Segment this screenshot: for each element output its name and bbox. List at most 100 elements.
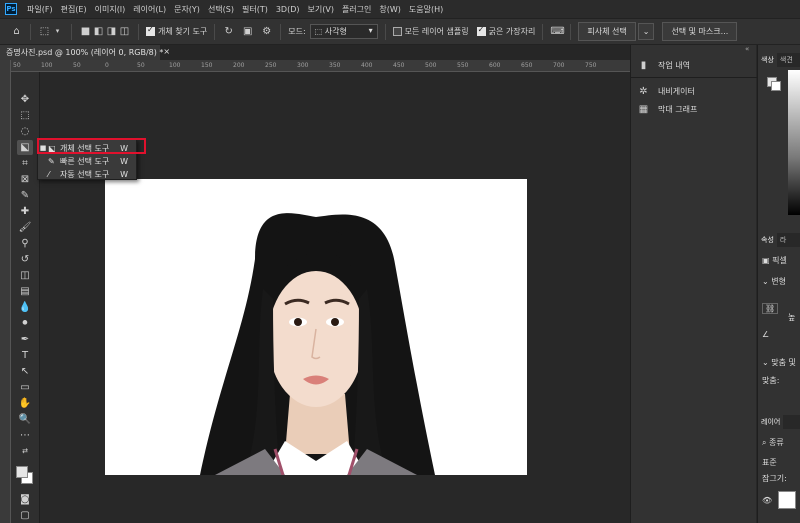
type-tool-icon[interactable]: T [17, 348, 33, 363]
history-brush-tool-icon[interactable]: ↺ [17, 252, 33, 267]
collapse-panels-icon[interactable]: « [745, 45, 749, 53]
pen-tool-icon[interactable]: ✒ [17, 332, 33, 347]
refresh-icon[interactable]: ↻ [222, 25, 235, 38]
swap-colors-icon[interactable]: ⇄ [17, 444, 33, 459]
ruler-tick: 150 [201, 62, 213, 69]
ruler-tick: 0 [105, 62, 109, 69]
more-tools-icon[interactable]: ⋯ [17, 428, 33, 443]
zoom-tool-icon[interactable]: 🔍 [17, 412, 33, 427]
menu-help[interactable]: 도움말(H) [405, 4, 447, 15]
id-photo-image[interactable] [105, 179, 527, 475]
tool-preset-icon[interactable]: ⬚ [38, 25, 51, 38]
screen-mode-icon[interactable]: ▢ [17, 508, 33, 523]
transform-section[interactable]: ⌄ 변형 [762, 276, 786, 287]
lasso-tool-icon[interactable]: ◌ [17, 124, 33, 139]
object-finder-checkbox[interactable] [146, 25, 155, 36]
flyout-item-magic-wand[interactable]: ⁄ 자동 선택 도구 W [38, 168, 136, 180]
navigator-icon: ✲ [639, 86, 648, 97]
menu-filter[interactable]: 필터(T) [238, 4, 272, 15]
menu-file[interactable]: 파일(F) [23, 4, 57, 15]
color-field[interactable] [788, 70, 800, 215]
visibility-eye-icon[interactable]: 👁 [762, 496, 772, 505]
menu-edit[interactable]: 편집(E) [57, 4, 91, 15]
menu-layer[interactable]: 레이어(L) [129, 4, 170, 15]
tab-libraries[interactable]: 라 [777, 233, 789, 247]
hand-tool-icon[interactable]: ✋ [17, 396, 33, 411]
blur-tool-icon[interactable]: 💧 [17, 300, 33, 315]
foreground-color-swatch[interactable] [16, 466, 28, 478]
select-and-mask-button[interactable]: 선택 및 마스크... [662, 22, 738, 41]
frame-tool-icon[interactable]: ⊠ [17, 172, 33, 187]
intersect-selection-icon[interactable]: ◫ [118, 25, 131, 38]
layer-thumbnail[interactable] [778, 491, 796, 509]
dodge-tool-icon[interactable]: ⚫ [17, 316, 33, 331]
tab-layers[interactable]: 레이어 [758, 415, 784, 429]
healing-brush-tool-icon[interactable]: ✚ [17, 204, 33, 219]
menu-select[interactable]: 선택(S) [204, 4, 238, 15]
path-selection-tool-icon[interactable]: ↖ [17, 364, 33, 379]
object-finder-label: 개체 찾기 도구 [158, 27, 208, 36]
panel-navigator[interactable]: ✲ 내비게이터 [637, 85, 695, 98]
layer-filter[interactable]: ⌕ 종류 [762, 437, 784, 448]
flyout-item-label: 빠른 선택 도구 [60, 156, 110, 166]
gradient-tool-icon[interactable]: ▤ [17, 284, 33, 299]
enhance-edge-icon[interactable]: ⌨ [550, 25, 564, 38]
crop-tool-icon[interactable]: ⌗ [17, 156, 33, 171]
sample-all-layers-checkbox[interactable] [392, 27, 402, 36]
home-icon[interactable]: ⌂ [10, 25, 23, 38]
move-tool-icon[interactable]: ✥ [17, 92, 33, 107]
select-subject-button[interactable]: 피사체 선택 [578, 22, 636, 41]
history-icon: ▮ [640, 60, 647, 71]
menu-3d[interactable]: 3D(D) [272, 5, 304, 14]
eyedropper-tool-icon[interactable]: ✎ [17, 188, 33, 203]
menu-bar: Ps 파일(F) 편집(E) 이미지(I) 레이어(L) 문자(Y) 선택(S)… [0, 0, 800, 18]
ruler-tick: 200 [233, 62, 245, 69]
mode-value: 사각형 [324, 27, 347, 36]
blend-mode-dropdown[interactable]: 표준 [762, 457, 777, 468]
bg-color-preview[interactable] [771, 81, 781, 91]
gear-icon[interactable]: ⚙ [260, 25, 273, 38]
mode-dropdown[interactable]: ⬚ 사각형 ▾ [309, 24, 378, 39]
brush-tool-icon[interactable]: 🖌 [17, 220, 33, 235]
pixel-layer-label: ▣ 픽셀 [762, 255, 787, 266]
ruler-tick: 50 [73, 62, 81, 69]
histogram-icon: ▦ [638, 104, 649, 115]
document-tab-title: 증명사진.psd @ 100% (레이어 0, RGB/8) * [6, 48, 164, 57]
panel-label: 작업 내역 [658, 61, 690, 70]
show-objects-icon[interactable]: ▣ [241, 25, 254, 38]
menu-plugins[interactable]: 플러그인 [338, 4, 375, 15]
add-selection-icon[interactable]: ◧ [92, 25, 105, 38]
tab-properties[interactable]: 속성 [758, 233, 777, 247]
close-icon[interactable]: × [163, 47, 170, 58]
flyout-item-quick-selection[interactable]: ✎ 빠른 선택 도구 W [38, 155, 136, 167]
chevron-down-icon: ⌄ [762, 358, 772, 367]
panel-histogram[interactable]: ▦ 막대 그래프 [637, 103, 698, 116]
link-icon[interactable]: ⛓ [762, 303, 779, 314]
chevron-down-icon: ▾ [368, 26, 373, 35]
select-subject-dropdown[interactable]: ⌄ [637, 23, 655, 40]
new-selection-icon[interactable]: ■ [79, 25, 92, 38]
marquee-tool-icon[interactable]: ⬚ [17, 108, 33, 123]
rectangle-tool-icon[interactable]: ▭ [17, 380, 33, 395]
subtract-selection-icon[interactable]: ◨ [105, 25, 118, 38]
quick-mask-icon[interactable]: ◙ [17, 492, 33, 507]
eraser-tool-icon[interactable]: ◫ [17, 268, 33, 283]
panel-history[interactable]: ▮ 작업 내역 [637, 59, 690, 72]
color-tabs: 색상 색견 [758, 53, 800, 67]
align-section[interactable]: ⌄ 맞춤 및 [762, 357, 796, 368]
tools-panel: ✥ ⬚ ◌ ⬕ ⌗ ⊠ ✎ ✚ 🖌 ⚲ ↺ ◫ ▤ 💧 ⚫ ✒ T ↖ ▭ ✋ … [11, 72, 40, 523]
chevron-down-icon[interactable]: ▾ [51, 25, 64, 38]
hard-edge-checkbox[interactable] [476, 25, 486, 36]
menu-type[interactable]: 문자(Y) [170, 4, 204, 15]
collapsed-panels: ▮ 작업 내역 ✲ 내비게이터 ▦ 막대 그래프 [630, 45, 757, 523]
red-highlight-box [37, 138, 146, 154]
object-selection-tool-icon[interactable]: ⬕ [17, 140, 33, 155]
menu-window[interactable]: 창(W) [375, 4, 405, 15]
menu-view[interactable]: 보기(V) [304, 4, 338, 15]
tab-swatches[interactable]: 색견 [777, 53, 796, 67]
tab-color[interactable]: 색상 [758, 53, 777, 67]
document-tab[interactable]: 증명사진.psd @ 100% (레이어 0, RGB/8) * × [0, 45, 170, 60]
ruler-tick: 50 [137, 62, 145, 69]
clone-stamp-tool-icon[interactable]: ⚲ [17, 236, 33, 251]
menu-image[interactable]: 이미지(I) [91, 4, 130, 15]
